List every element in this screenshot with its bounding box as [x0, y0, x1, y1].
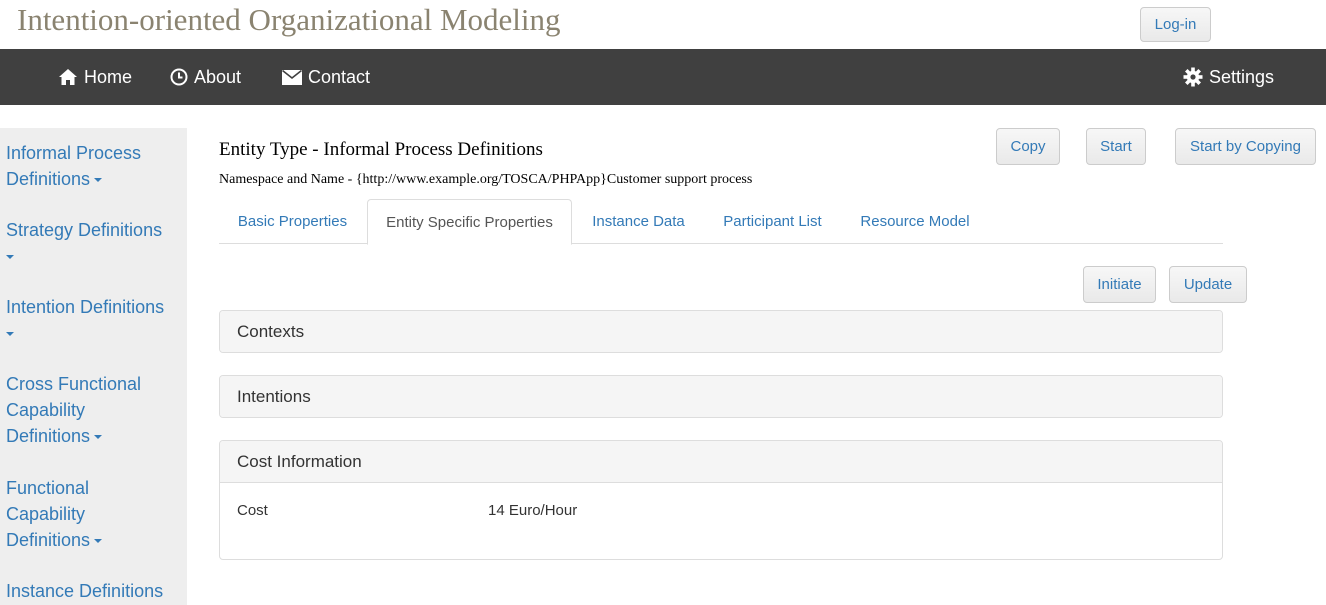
intentions-panel: Intentions: [219, 375, 1223, 418]
nav-about-label: About: [194, 66, 242, 87]
tab-instance-data[interactable]: Instance Data: [573, 199, 704, 244]
app-title: Intention-oriented Organizational Modeli…: [17, 2, 561, 37]
clock-icon: [170, 68, 188, 86]
entity-title: Entity Type - Informal Process Definitio…: [219, 139, 543, 160]
sidebar-item-label: Functional Capability Definitions: [6, 478, 91, 550]
home-icon: [59, 69, 77, 85]
tab-bar: Basic Properties Entity Specific Propert…: [219, 199, 1223, 245]
tab-resource-model[interactable]: Resource Model: [843, 199, 987, 244]
nav-contact[interactable]: Contact: [282, 49, 370, 105]
sidebar-item-strategy-definitions[interactable]: Strategy Definitions: [6, 217, 181, 269]
cost-value: 14 Euro/Hour: [488, 502, 578, 519]
envelope-icon: [282, 69, 302, 85]
top-navbar: Home About Contact Settings: [0, 49, 1326, 105]
nav-contact-label: Contact: [308, 66, 371, 87]
tab-entity-specific-properties[interactable]: Entity Specific Properties: [367, 199, 572, 245]
intentions-panel-heading[interactable]: Intentions: [220, 376, 1222, 417]
sidebar-item-label: Cross Functional Capability Definitions: [6, 374, 142, 446]
nav-about[interactable]: About: [170, 49, 241, 105]
contexts-panel-heading[interactable]: Contexts: [220, 311, 1222, 352]
nav-settings-label: Settings: [1209, 66, 1275, 87]
sidebar-item-intention-definitions[interactable]: Intention Definitions: [6, 294, 181, 346]
sidebar-item-label: Intention Definitions: [6, 297, 165, 317]
cost-information-panel: Cost Information Cost 14 Euro/Hour: [219, 440, 1223, 560]
sidebar-item-functional-capability-definitions[interactable]: Functional Capability Definitions: [6, 475, 126, 553]
tab-basic-properties[interactable]: Basic Properties: [219, 199, 366, 244]
sidebar-item-label: Informal Process Definitions: [6, 143, 142, 189]
initiate-button[interactable]: Initiate: [1083, 266, 1156, 303]
copy-button[interactable]: Copy: [996, 128, 1060, 165]
sidebar-item-instance-definitions[interactable]: Instance Definitions: [6, 578, 181, 604]
cost-information-panel-heading[interactable]: Cost Information: [220, 441, 1222, 483]
caret-down-icon: [94, 178, 103, 183]
nav-home-label: Home: [84, 66, 133, 87]
cost-label: Cost: [237, 502, 268, 519]
sidebar-item-label: Instance Definitions: [6, 581, 164, 601]
sidebar-item-label: Strategy Definitions: [6, 220, 163, 240]
caret-down-icon: [94, 539, 103, 544]
sidebar-item-cross-functional-capability-definitions[interactable]: Cross Functional Capability Definitions: [6, 371, 156, 449]
start-by-copying-button[interactable]: Start by Copying: [1175, 128, 1316, 165]
update-button[interactable]: Update: [1169, 266, 1247, 303]
contexts-panel: Contexts: [219, 310, 1223, 353]
nav-home[interactable]: Home: [58, 49, 132, 105]
gear-icon: [1183, 67, 1203, 87]
login-button[interactable]: Log-in: [1140, 7, 1211, 42]
sidebar: Informal Process Definitions Strategy De…: [0, 128, 187, 605]
namespace-line: Namespace and Name - {http://www.example…: [219, 172, 753, 187]
tab-participant-list[interactable]: Participant List: [707, 199, 838, 244]
sidebar-item-informal-process-definitions[interactable]: Informal Process Definitions: [6, 140, 181, 192]
nav-settings[interactable]: Settings: [1183, 49, 1274, 105]
caret-down-icon: [6, 255, 14, 260]
caret-down-icon: [94, 435, 103, 440]
caret-down-icon: [6, 332, 14, 337]
start-button[interactable]: Start: [1086, 128, 1146, 165]
